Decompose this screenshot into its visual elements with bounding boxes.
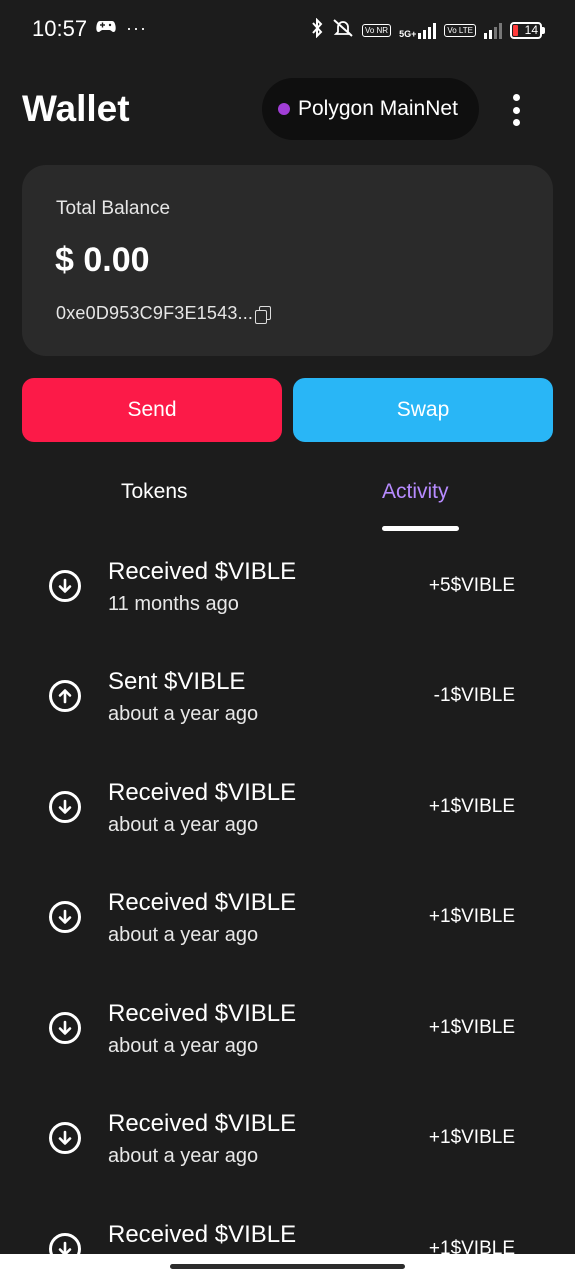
cell-signal-icon (484, 22, 502, 39)
balance-value: $ 0.00 (55, 241, 150, 279)
activity-time: about a year ago (108, 814, 259, 836)
balance-label: Total Balance (56, 198, 171, 219)
arrow-down-circle-icon (49, 570, 81, 602)
network-status-dot (278, 103, 290, 115)
wallet-screen: 10:57 ··· Vo NR 5G+ Vo LTE 14 Wallet Pol… (0, 0, 575, 1280)
tab-activity[interactable]: Activity (382, 480, 449, 504)
activity-title: Received $VIBLE (108, 889, 297, 916)
activity-time: 11 months ago (108, 593, 239, 615)
volte-badge: Vo NR (361, 24, 392, 37)
send-button[interactable]: Send (22, 378, 282, 442)
activity-title: Received $VIBLE (108, 1221, 297, 1248)
volte-lte-badge: Vo LTE (444, 24, 476, 37)
kebab-dot (512, 106, 520, 114)
activity-item[interactable]: Received $VIBLE 11 months ago +5$VIBLE (0, 550, 575, 660)
activity-amount: +1$VIBLE (428, 1017, 515, 1038)
activity-item[interactable]: Received $VIBLE about a year ago +1$VIBLE (0, 1102, 575, 1212)
wallet-address: 0xe0D953C9F3E1543... (56, 303, 254, 323)
tab-tokens[interactable]: Tokens (121, 480, 188, 504)
activity-title: Received $VIBLE (108, 1000, 297, 1027)
arrow-down-circle-icon (49, 1012, 81, 1044)
battery-level: 14 (510, 22, 542, 39)
status-right-icons: Vo NR 5G+ Vo LTE 14 (310, 17, 545, 43)
activity-item[interactable]: Sent $VIBLE about a year ago -1$VIBLE (0, 660, 575, 770)
5g-signal-icon: 5G+ (399, 22, 437, 39)
activity-title: Received $VIBLE (108, 1110, 297, 1137)
network-selector[interactable]: Polygon MainNet (262, 78, 479, 140)
activity-amount: +1$VIBLE (428, 906, 515, 927)
arrow-down-circle-icon (49, 791, 81, 823)
copy-icon[interactable] (255, 305, 272, 324)
activity-title: Sent $VIBLE (108, 668, 246, 695)
5g-label: 5G+ (399, 28, 417, 39)
activity-item[interactable]: Received $VIBLE about a year ago +1$VIBLE (0, 771, 575, 881)
kebab-dot (512, 119, 520, 126)
navigation-bar (0, 1254, 575, 1280)
wallet-address-row[interactable]: 0xe0D953C9F3E1543... (56, 303, 272, 324)
activity-time: about a year ago (108, 1145, 259, 1167)
kebab-dot (512, 94, 520, 101)
status-notifications: ··· (96, 18, 147, 39)
balance-card: Total Balance $ 0.00 0xe0D953C9F3E1543..… (22, 165, 553, 356)
arrow-down-circle-icon (49, 901, 81, 933)
arrow-down-circle-icon (49, 1122, 81, 1154)
more-notifications-icon: ··· (126, 18, 147, 38)
activity-time: about a year ago (108, 1035, 259, 1057)
activity-time: about a year ago (108, 703, 259, 725)
swap-button[interactable]: Swap (293, 378, 553, 442)
activity-amount: +5$VIBLE (428, 575, 515, 596)
activity-title: Received $VIBLE (108, 779, 297, 806)
battery-icon: 14 (510, 22, 545, 39)
game-controller-icon (96, 18, 116, 39)
more-menu-button[interactable] (500, 92, 532, 128)
activity-item[interactable]: Received $VIBLE about a year ago +1$VIBLE (0, 992, 575, 1102)
active-tab-indicator (382, 526, 459, 531)
activity-amount: +1$VIBLE (428, 1127, 515, 1148)
activity-title: Received $VIBLE (108, 558, 297, 585)
activity-time: about a year ago (108, 924, 259, 946)
page-title: Wallet (22, 88, 130, 129)
arrow-up-circle-icon (49, 680, 81, 712)
bluetooth-icon (310, 17, 324, 43)
activity-item[interactable]: Received $VIBLE about a year ago +1$VIBLE (0, 881, 575, 991)
status-bar: 10:57 ··· Vo NR 5G+ Vo LTE 14 (0, 0, 575, 60)
network-label: Polygon MainNet (298, 97, 458, 120)
activity-amount: +1$VIBLE (428, 796, 515, 817)
activity-amount: -1$VIBLE (433, 685, 515, 706)
status-time: 10:57 (32, 16, 88, 41)
silent-mode-icon (332, 18, 354, 43)
gesture-handle[interactable] (170, 1264, 405, 1269)
